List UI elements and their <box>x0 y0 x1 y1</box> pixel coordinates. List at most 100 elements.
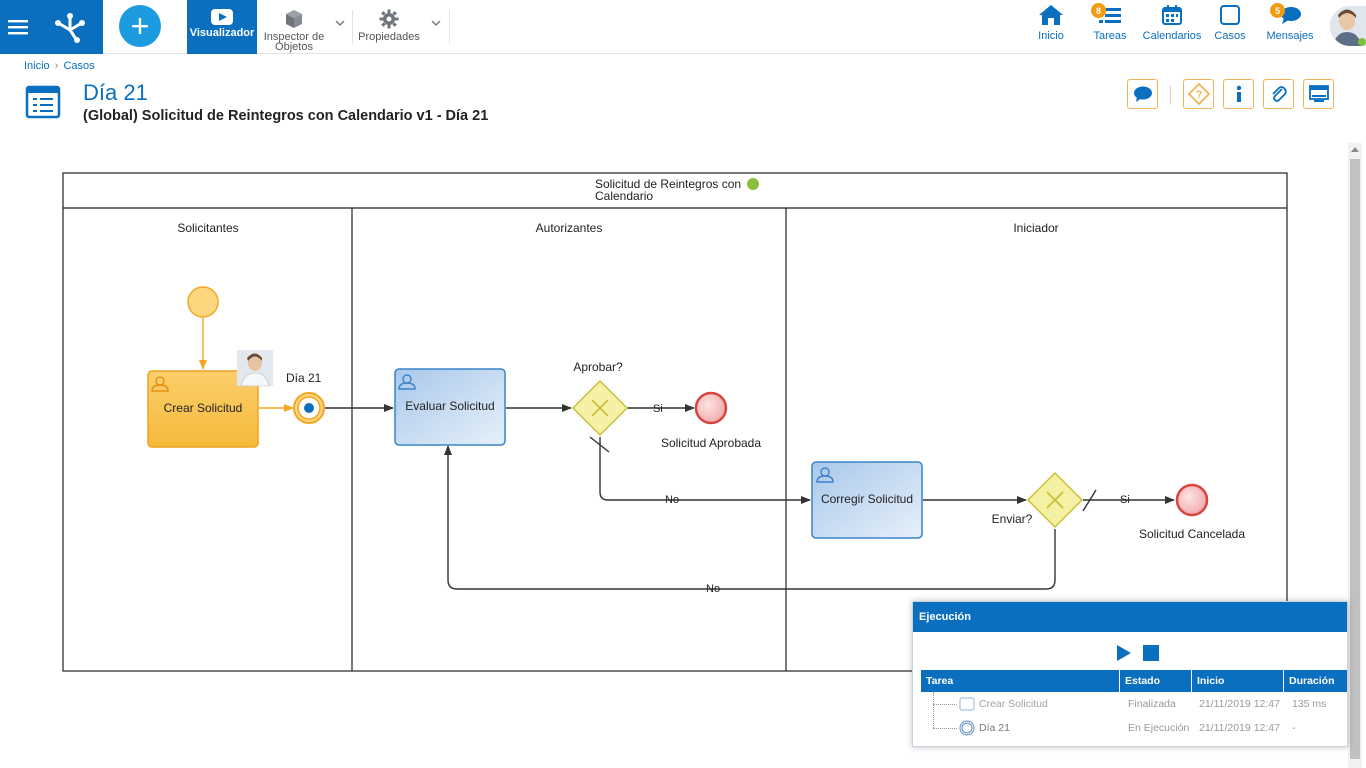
column-header-duracion[interactable]: Duración <box>1283 670 1339 692</box>
help-diamond-icon: ? <box>1187 83 1210 105</box>
row-task: Crear Solicitud <box>979 698 1048 710</box>
top-bar: + Visualizador Inspector de Objetos Prop… <box>0 0 1366 54</box>
cases-icon <box>1220 5 1240 25</box>
nav-inicio[interactable]: Inicio <box>1034 4 1068 48</box>
row-state: Finalizada <box>1128 698 1176 710</box>
nav-inicio-label: Inicio <box>1038 30 1064 42</box>
flow-label-si: Si <box>653 403 663 415</box>
toolbar-divider <box>352 10 353 44</box>
app-logo[interactable] <box>36 0 103 54</box>
table-row[interactable]: Crear Solicitud Finalizada 21/11/2019 12… <box>921 692 1347 716</box>
inspector-label-2: Objetos <box>275 41 313 53</box>
gateway-enviar[interactable] <box>1026 471 1084 529</box>
flow-label-si: Si <box>1120 494 1130 506</box>
plus-icon: + <box>130 8 150 44</box>
layout-button[interactable] <box>1303 79 1334 109</box>
user-photo-icon <box>1330 6 1366 46</box>
cube-icon <box>286 10 302 28</box>
gateway-aprobar[interactable] <box>571 379 629 437</box>
status-indicator <box>747 178 759 190</box>
tab-propiedades-label: Propiedades <box>358 31 420 43</box>
gear-icon <box>379 9 399 29</box>
vertical-scrollbar[interactable] <box>1348 143 1362 768</box>
user-avatar[interactable] <box>1330 6 1366 46</box>
nav-mensajes-label: Mensajes <box>1266 30 1314 42</box>
breadcrumb: Inicio › Casos <box>24 60 95 72</box>
home-icon <box>1039 5 1063 25</box>
logo-icon <box>54 13 85 43</box>
play-video-icon <box>211 9 233 25</box>
task-label: Crear Solicitud <box>164 401 243 415</box>
scroll-up-icon[interactable] <box>1351 147 1359 152</box>
breadcrumb-home[interactable]: Inicio <box>24 60 50 72</box>
new-button[interactable]: + <box>119 5 161 47</box>
info-button[interactable] <box>1223 79 1254 109</box>
mensajes-count-badge: 5 <box>1270 3 1285 18</box>
task-box-icon <box>959 697 975 711</box>
attachments-button[interactable] <box>1263 79 1294 109</box>
lane-label-autorizantes: Autorizantes <box>536 221 603 235</box>
tab-inspector-objetos[interactable]: Inspector de Objetos <box>259 0 329 54</box>
column-header-tarea[interactable]: Tarea <box>921 670 1119 692</box>
stop-icon[interactable] <box>1142 644 1160 662</box>
gateway-label: Enviar? <box>992 512 1033 526</box>
nav-tareas-label: Tareas <box>1093 30 1127 42</box>
nav-casos-label: Casos <box>1214 30 1246 42</box>
sequence-flows <box>199 318 1175 590</box>
scrollbar-thumb[interactable] <box>1350 159 1360 759</box>
breadcrumb-current[interactable]: Casos <box>63 60 94 72</box>
end-event-label: Solicitud Cancelada <box>1139 527 1245 541</box>
lane-label-iniciador: Iniciador <box>1013 221 1058 235</box>
flow-label-no: No <box>706 583 720 595</box>
paperclip-icon <box>1271 86 1287 102</box>
comment-icon <box>1133 86 1152 102</box>
breadcrumb-separator: › <box>54 60 59 72</box>
end-event-aprobada[interactable] <box>694 391 728 425</box>
row-state: En Ejecución <box>1128 722 1190 734</box>
toolbar-divider <box>449 10 450 44</box>
chevron-down-icon[interactable] <box>335 18 345 28</box>
page-title: Día 21 <box>83 80 148 105</box>
pool-title: Calendario <box>595 189 653 203</box>
page-subtitle: (Global) Solicitud de Reintegros con Cal… <box>83 108 489 124</box>
play-icon[interactable] <box>1116 644 1132 662</box>
nav-calendarios[interactable]: Calendarios <box>1141 4 1203 48</box>
task-label: Evaluar Solicitud <box>405 399 494 413</box>
execution-panel-title: Ejecución <box>913 602 1347 632</box>
end-event-cancelada[interactable] <box>1175 483 1209 517</box>
help-button[interactable]: ? <box>1183 79 1214 109</box>
tab-visualizador-label: Visualizador <box>189 27 255 39</box>
timer-event-icon <box>959 720 975 736</box>
timer-event-dia-21[interactable] <box>293 392 325 424</box>
task-evaluar-solicitud[interactable]: Evaluar Solicitud <box>394 368 506 446</box>
start-event[interactable] <box>187 286 219 318</box>
header-divider <box>1170 86 1171 104</box>
info-icon <box>1236 85 1241 102</box>
table-row[interactable]: Día 21 En Ejecución 21/11/2019 12:47 - <box>921 716 1347 740</box>
lane-label-solicitantes: Solicitantes <box>177 221 238 235</box>
table-header-row: Tarea Estado Inicio Duración <box>921 670 1347 692</box>
hamburger-icon <box>8 20 28 35</box>
row-duration: 135 ms <box>1292 698 1327 710</box>
execution-controls <box>1116 644 1160 662</box>
execution-panel: Ejecución Tarea Estado Inicio Duración C… <box>912 601 1348 747</box>
tab-propiedades[interactable]: Propiedades <box>355 0 423 54</box>
nav-casos[interactable]: Casos <box>1212 4 1248 48</box>
tareas-count-badge: 8 <box>1091 3 1106 18</box>
tab-visualizador[interactable]: Visualizador <box>187 0 257 54</box>
chevron-down-icon[interactable] <box>431 18 441 28</box>
task-corregir-solicitud[interactable]: Corregir Solicitud <box>811 461 923 539</box>
svg-text:?: ? <box>1195 89 1202 101</box>
hamburger-menu-button[interactable] <box>0 0 36 54</box>
calendar-icon <box>1162 5 1182 25</box>
timer-event-label: Día 21 <box>286 371 322 385</box>
assignee-avatar[interactable] <box>237 350 273 387</box>
column-header-inicio[interactable]: Inicio <box>1191 670 1283 692</box>
row-start: 21/11/2019 12:47 <box>1199 698 1280 710</box>
comments-button[interactable] <box>1127 79 1158 109</box>
row-task: Día 21 <box>979 722 1010 734</box>
column-header-estado[interactable]: Estado <box>1119 670 1191 692</box>
execution-table: Tarea Estado Inicio Duración Crear Solic… <box>921 670 1347 740</box>
nav-calendarios-label: Calendarios <box>1142 30 1202 42</box>
row-start: 21/11/2019 12:47 <box>1199 722 1280 734</box>
